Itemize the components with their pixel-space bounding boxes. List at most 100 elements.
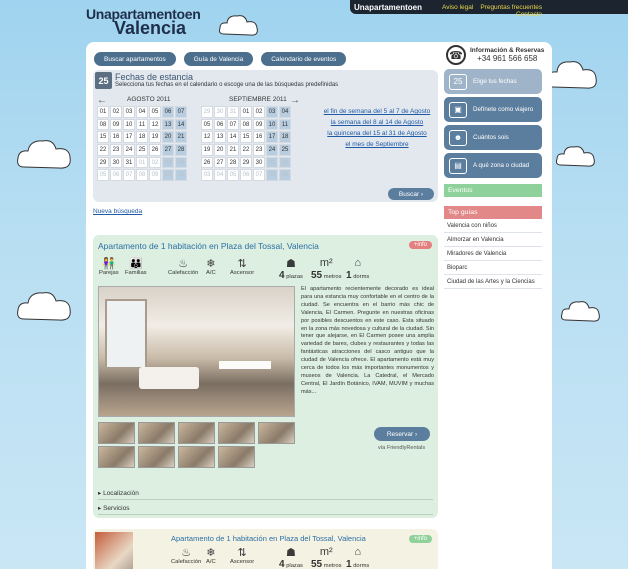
calendar-day[interactable]: 05 <box>149 106 161 118</box>
thumbnail[interactable] <box>98 422 135 444</box>
events-header[interactable]: Eventos <box>444 184 542 197</box>
calendar-day[interactable]: 06 <box>214 118 226 131</box>
calendar-day[interactable]: 28 <box>175 144 187 156</box>
calendar-day[interactable]: 27 <box>162 144 174 156</box>
thumbnail[interactable] <box>218 422 255 444</box>
preset-link[interactable]: la quincena del 15 al 31 de Agosto <box>322 128 432 139</box>
calendar-day[interactable]: 02 <box>110 106 122 118</box>
calendar-day[interactable]: 23 <box>110 144 122 156</box>
reserve-button[interactable]: Reservar › <box>374 427 430 441</box>
calendar-day[interactable]: 04 <box>279 106 291 118</box>
sidebar-traveler-button[interactable]: ▣ Defínete como viajero <box>444 97 542 122</box>
guide-link[interactable]: Valencia con niños <box>444 219 542 233</box>
calendar-day[interactable]: 30 <box>110 156 122 169</box>
calendar-day[interactable]: 31 <box>123 156 135 169</box>
listing2-photo[interactable] <box>95 532 133 569</box>
calendar-day[interactable]: 18 <box>136 131 148 144</box>
calendar-day[interactable]: 28 <box>227 156 239 169</box>
calendar-day[interactable]: 17 <box>266 131 278 144</box>
calendar-day[interactable]: 20 <box>162 131 174 144</box>
calendar-day[interactable]: 09 <box>110 118 122 131</box>
listing-main-photo[interactable] <box>98 286 295 417</box>
calendar-day[interactable]: 12 <box>201 131 213 144</box>
thumbnail[interactable] <box>138 422 175 444</box>
calendar-day[interactable]: 08 <box>240 118 252 131</box>
calendar-day[interactable]: 25 <box>279 144 291 156</box>
calendar-day[interactable]: 21 <box>227 144 239 156</box>
contact-link[interactable]: Contacto <box>516 11 542 18</box>
calendar-day[interactable]: 04 <box>136 106 148 118</box>
calendar-day[interactable]: 10 <box>123 118 135 131</box>
calendar-day[interactable]: 11 <box>136 118 148 131</box>
calendar-day[interactable]: 26 <box>201 156 213 169</box>
calendar-day[interactable]: 25 <box>136 144 148 156</box>
next-month-arrow-icon[interactable]: → <box>290 95 300 106</box>
section-servicios[interactable]: ▸ Servicios <box>98 504 433 515</box>
calendar-day[interactable]: 06 <box>162 106 174 118</box>
thumbnail[interactable] <box>178 446 215 468</box>
sidebar-guests-button[interactable]: ☻ Cuántos sois <box>444 125 542 150</box>
guide-link[interactable]: Bioparc <box>444 261 542 275</box>
calendar-day[interactable]: 05 <box>201 118 213 131</box>
calendar-day[interactable]: 11 <box>279 118 291 131</box>
calendar-day[interactable]: 26 <box>149 144 161 156</box>
calendar-day[interactable]: 09 <box>253 118 265 131</box>
section-localizacion[interactable]: ▸ Localización <box>98 489 433 500</box>
calendar-day[interactable]: 29 <box>97 156 109 169</box>
calendar-day[interactable]: 30 <box>253 156 265 169</box>
info-badge[interactable]: +info <box>408 241 432 249</box>
new-search-link[interactable]: Nueva búsqueda <box>93 208 142 215</box>
calendar-day[interactable]: 24 <box>266 144 278 156</box>
calendar-day[interactable]: 16 <box>110 131 122 144</box>
calendar-day[interactable]: 07 <box>175 106 187 118</box>
calendar-day[interactable]: 22 <box>240 144 252 156</box>
listing-title[interactable]: Apartamento de 1 habitación en Plaza del… <box>98 241 319 251</box>
calendar-day[interactable]: 24 <box>123 144 135 156</box>
calendar-day[interactable]: 13 <box>214 131 226 144</box>
calendar-day[interactable]: 01 <box>97 106 109 118</box>
calendar-day[interactable]: 14 <box>227 131 239 144</box>
calendar-day[interactable]: 16 <box>253 131 265 144</box>
calendar-day[interactable]: 08 <box>97 118 109 131</box>
thumbnail[interactable] <box>218 446 255 468</box>
thumbnail[interactable] <box>258 422 295 444</box>
thumbnail[interactable] <box>178 422 215 444</box>
calendar-day[interactable]: 03 <box>266 106 278 118</box>
calendar-day[interactable]: 27 <box>214 156 226 169</box>
prev-month-arrow-icon[interactable]: ← <box>97 95 107 106</box>
calendar-day[interactable]: 17 <box>123 131 135 144</box>
preset-link[interactable]: el fin de semana del 5 al 7 de Agosto <box>322 106 432 117</box>
calendar-day[interactable]: 07 <box>227 118 239 131</box>
calendar-day[interactable]: 03 <box>123 106 135 118</box>
nav-calendario[interactable]: Calendario de eventos <box>261 52 347 66</box>
sidebar-dates-button[interactable]: 25 Elige tus fechas <box>444 69 542 94</box>
calendar-day[interactable]: 02 <box>253 106 265 118</box>
nav-buscar[interactable]: Buscar apartamentos <box>94 52 176 66</box>
calendar-day[interactable]: 18 <box>279 131 291 144</box>
calendar-day[interactable]: 19 <box>149 131 161 144</box>
calendar-day[interactable]: 10 <box>266 118 278 131</box>
aviso-legal-link[interactable]: Aviso legal <box>442 4 473 11</box>
calendar-day[interactable]: 29 <box>240 156 252 169</box>
calendar-day[interactable]: 20 <box>214 144 226 156</box>
preset-link[interactable]: el mes de Septiembre <box>322 139 432 150</box>
thumbnail[interactable] <box>138 446 175 468</box>
info-badge[interactable]: +info <box>408 535 432 543</box>
nav-guia[interactable]: Guía de Valencia <box>183 52 254 66</box>
calendar-day[interactable]: 22 <box>97 144 109 156</box>
guide-link[interactable]: Almorzar en Valencia <box>444 233 542 247</box>
thumbnail[interactable] <box>98 446 135 468</box>
calendar-day[interactable]: 21 <box>175 131 187 144</box>
calendar-day[interactable]: 15 <box>97 131 109 144</box>
calendar-day[interactable]: 13 <box>162 118 174 131</box>
search-button[interactable]: Buscar › <box>388 188 434 200</box>
listing2-title[interactable]: Apartamento de 1 habitación en Plaza del… <box>171 534 366 543</box>
calendar-day[interactable]: 23 <box>253 144 265 156</box>
calendar-day[interactable]: 01 <box>240 106 252 118</box>
site-logo[interactable]: Unapartamentoen Valencia <box>86 6 201 39</box>
guide-link[interactable]: Miradores de Valencia <box>444 247 542 261</box>
calendar-day[interactable]: 15 <box>240 131 252 144</box>
sidebar-zone-button[interactable]: ▤ A qué zona o ciudad <box>444 153 542 178</box>
calendar-day[interactable]: 14 <box>175 118 187 131</box>
preset-link[interactable]: la semana del 8 al 14 de Agosto <box>322 117 432 128</box>
